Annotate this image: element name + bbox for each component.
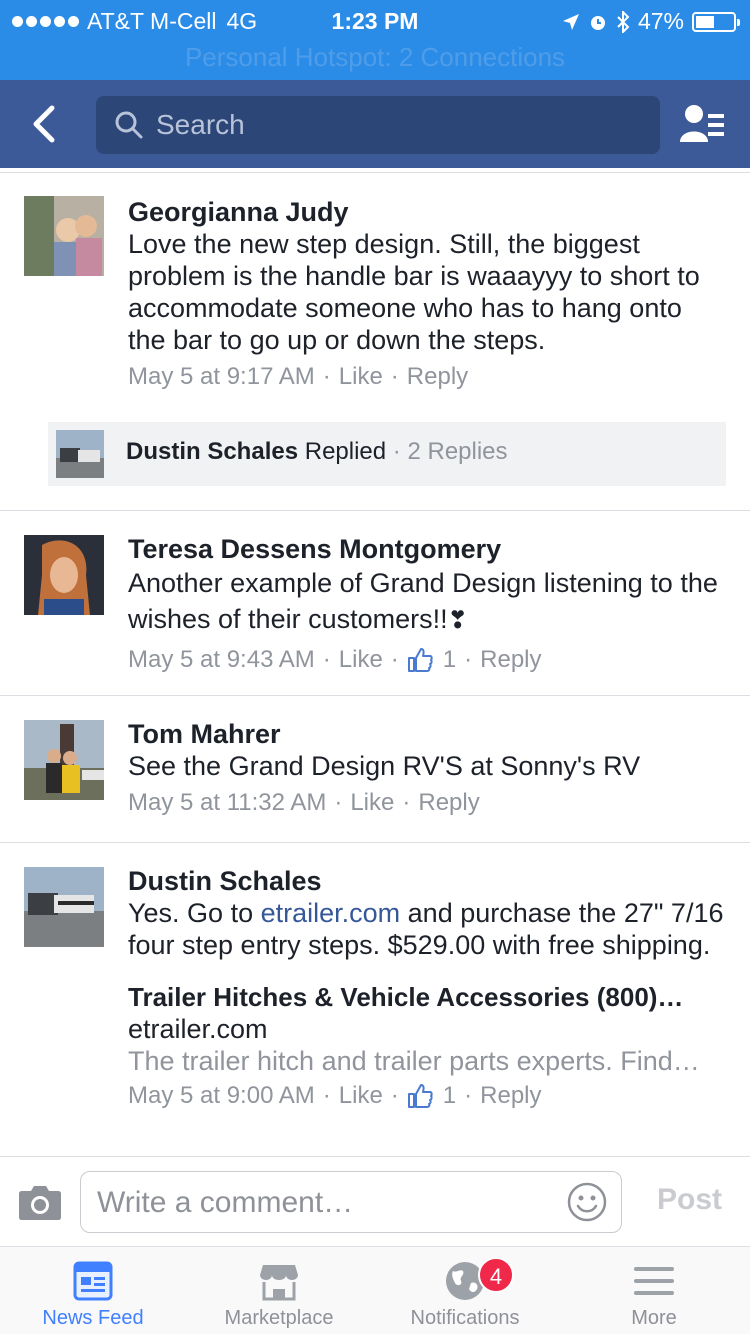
- divider: [0, 172, 750, 173]
- tab-more[interactable]: More: [558, 1247, 750, 1334]
- comment-text: See the Grand Design RV'S at Sonny's RV: [128, 751, 641, 781]
- like-button[interactable]: Like: [350, 788, 394, 818]
- status-right: 47%: [562, 8, 740, 35]
- hotspot-banner: Personal Hotspot: 2 Connections: [184, 42, 566, 72]
- camera-icon[interactable]: [18, 1183, 62, 1221]
- comment-time[interactable]: May 5 at 9:00 AM: [128, 1081, 315, 1111]
- divider: [0, 510, 750, 511]
- comment-text-before: Yes. Go to: [128, 898, 261, 928]
- location-arrow-icon: [562, 13, 579, 30]
- like-button[interactable]: Like: [339, 362, 383, 392]
- comment-author[interactable]: Teresa Dessens Montgomery: [128, 533, 724, 565]
- comment-meta: May 5 at 9:43 AM · Like · 1 · Reply: [128, 645, 542, 675]
- emoji-smiley-icon[interactable]: [567, 1182, 607, 1222]
- comment-link[interactable]: etrailer.com: [261, 898, 401, 928]
- tab-label: More: [631, 1307, 677, 1329]
- like-count: 1: [442, 646, 457, 673]
- link-preview-title: Trailer Hitches & Vehicle Accessories (8…: [128, 982, 684, 1012]
- comment-input[interactable]: Write a comment…: [80, 1171, 622, 1233]
- comment-text: Love the new step design. Still, the big…: [128, 229, 700, 355]
- avatar[interactable]: [24, 720, 104, 800]
- tab-bar: News Feed Marketplace 4 Notifications Mo…: [0, 1246, 750, 1334]
- reply-button[interactable]: Reply: [480, 1081, 541, 1111]
- like-button[interactable]: Like: [339, 1081, 383, 1111]
- comment-input-placeholder: Write a comment…: [97, 1186, 354, 1219]
- avatar[interactable]: [24, 535, 104, 615]
- tab-label: Marketplace: [224, 1307, 334, 1329]
- nav-bar: Search: [0, 80, 750, 168]
- comment-meta: May 5 at 9:17 AM · Like · Reply: [128, 362, 469, 392]
- reply-author: Dustin Schales: [126, 438, 299, 465]
- menu-icon: [634, 1267, 674, 1295]
- comment-text: Yes. Go to etrailer.com and purchase the…: [128, 897, 724, 961]
- comment-meta: May 5 at 11:32 AM · Like · Reply: [128, 788, 480, 818]
- tab-label: News Feed: [42, 1307, 144, 1329]
- post-button[interactable]: Post: [657, 1183, 722, 1217]
- comment-time[interactable]: May 5 at 9:43 AM: [128, 645, 315, 675]
- reply-button[interactable]: Reply: [480, 645, 541, 675]
- search-bar[interactable]: Search: [96, 96, 660, 154]
- comment-author[interactable]: Dustin Schales: [128, 865, 724, 897]
- thumbs-up-icon: [407, 1084, 433, 1108]
- comment-time[interactable]: May 5 at 9:17 AM: [128, 362, 315, 392]
- like-count: 1: [442, 1082, 457, 1109]
- divider: [0, 842, 750, 843]
- comment-composer: Write a comment… Post: [0, 1156, 750, 1246]
- replies-summary[interactable]: Dustin Schales Replied · 2 Replies: [48, 422, 726, 486]
- bluetooth-icon: [617, 10, 630, 33]
- marketplace-icon: [260, 1265, 298, 1301]
- reply-action: Replied: [304, 438, 387, 465]
- link-preview[interactable]: Trailer Hitches & Vehicle Accessories (8…: [128, 981, 724, 1077]
- back-chevron-icon[interactable]: [28, 104, 62, 144]
- tab-notifications[interactable]: 4 Notifications: [372, 1247, 558, 1334]
- like-button[interactable]: Like: [339, 645, 383, 675]
- reply-button[interactable]: Reply: [407, 362, 468, 392]
- avatar[interactable]: [24, 867, 104, 947]
- battery-icon: [692, 11, 740, 32]
- avatar: [56, 430, 104, 478]
- battery-percent: 47%: [637, 8, 684, 34]
- friend-requests-icon[interactable]: [678, 102, 726, 146]
- tab-marketplace[interactable]: Marketplace: [186, 1247, 372, 1334]
- divider: [0, 695, 750, 696]
- comment-time[interactable]: May 5 at 11:32 AM: [128, 788, 326, 818]
- search-placeholder: Search: [156, 109, 245, 140]
- avatar[interactable]: [24, 196, 104, 276]
- comment-text: Another example of Grand Design listenin…: [128, 568, 718, 634]
- reply-count: 2 Replies: [407, 438, 508, 465]
- alarm-icon: [590, 15, 605, 30]
- notification-badge: 4: [478, 1257, 514, 1293]
- heart-exclamation-emoji: ❣: [447, 607, 468, 634]
- news-feed-icon: [73, 1261, 113, 1301]
- replies-text: Dustin Schales Replied · 2 Replies: [126, 438, 508, 465]
- tab-news-feed[interactable]: News Feed: [0, 1247, 186, 1334]
- search-icon: [115, 111, 143, 139]
- thumbs-up-icon: [407, 648, 433, 672]
- reply-button[interactable]: Reply: [418, 788, 479, 818]
- comment-author[interactable]: Tom Mahrer: [128, 718, 724, 750]
- tab-label: Notifications: [410, 1307, 520, 1329]
- comment-meta: May 5 at 9:00 AM · Like · 1 · Reply: [128, 1081, 542, 1111]
- comment-author[interactable]: Georgianna Judy: [128, 196, 724, 228]
- link-preview-description: The trailer hitch and trailer parts expe…: [128, 1046, 700, 1076]
- status-bar: AT&T M-Cell 4G 1:23 PM 47% Personal Hots…: [0, 0, 750, 80]
- link-preview-domain: etrailer.com: [128, 1014, 268, 1044]
